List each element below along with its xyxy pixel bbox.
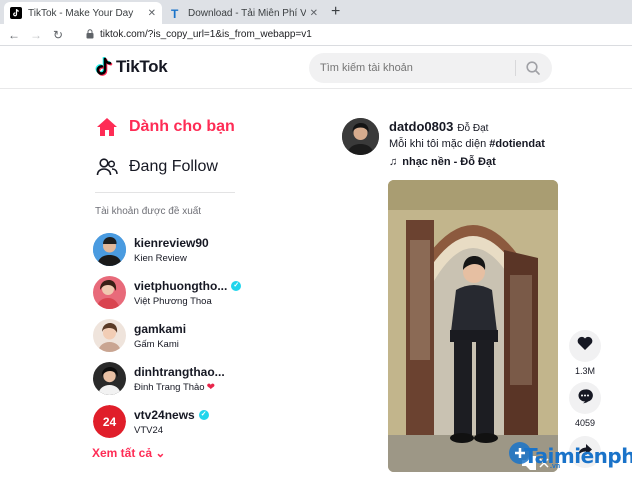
music-note-icon: ♫: [389, 156, 398, 168]
avatar: 24: [93, 405, 126, 438]
search-divider: [515, 60, 516, 76]
account-display-name: VTV24: [134, 424, 164, 436]
svg-text:T: T: [171, 7, 179, 19]
video-player[interactable]: [388, 180, 558, 472]
site-header: TikTok: [0, 47, 632, 89]
chevron-down-icon: ⌄: [155, 446, 166, 460]
tab-title: Download - Tải Miễn Phí VN - Ph: [188, 7, 306, 19]
url-field[interactable]: tiktok.com/?is_copy_url=1&is_from_webapp…: [86, 28, 312, 41]
suggested-accounts-heading: Tài khoản được đề xuất: [95, 206, 202, 217]
home-icon: [95, 115, 119, 139]
post-author[interactable]: datdo0803 Đỗ Đạt: [389, 119, 488, 134]
like-count: 1.3M: [574, 366, 595, 376]
avatar: [93, 276, 126, 309]
account-username-text: vtv24news: [134, 407, 195, 422]
taimienphi-favicon-icon: T: [170, 7, 182, 19]
suggested-account[interactable]: 24 vtv24news ✓ VTV24: [93, 400, 241, 443]
post-username: datdo0803: [389, 119, 454, 134]
search-box: [309, 53, 552, 83]
avatar: [93, 233, 126, 266]
see-all-label: Xem tất cả: [92, 446, 153, 460]
like-button[interactable]: [569, 330, 601, 362]
verified-badge-icon: ✓: [198, 409, 209, 420]
tab-close-icon[interactable]: ✕: [310, 8, 318, 19]
forward-arrow-icon[interactable]: →: [28, 28, 44, 42]
heart-icon: [577, 336, 593, 356]
account-display-name-text: Đinh Trang Thảo: [134, 381, 205, 393]
hashtag-link[interactable]: #dotiendat: [489, 138, 545, 150]
new-tab-button[interactable]: +: [331, 3, 340, 21]
sidebar-divider: [95, 192, 235, 193]
account-username: dinhtrangthao...: [134, 364, 225, 379]
suggested-account[interactable]: dinhtrangthao... Đinh Trang Thảo ❤: [93, 357, 241, 400]
account-username-text: vietphuongtho...: [134, 278, 228, 293]
account-display-name: Gấm Kami: [134, 338, 179, 350]
nav-following-label: Đang Follow: [129, 158, 218, 175]
tab-download[interactable]: T Download - Tải Miễn Phí VN - Ph ✕: [164, 2, 324, 24]
suggested-accounts-list: kienreview90 Kien Review vietphuongtho..…: [93, 228, 242, 443]
browser-tab-bar: TikTok - Make Your Day ✕ T Download - Tả…: [0, 0, 632, 24]
video-frame: [388, 180, 558, 472]
post-music[interactable]: ♫ nhạc nền - Đỗ Đạt: [389, 156, 496, 168]
post-display-name: Đỗ Đạt: [457, 123, 489, 134]
tab-close-icon[interactable]: ✕: [148, 8, 156, 19]
comment-button[interactable]: [569, 382, 601, 414]
tiktok-logo-icon: [95, 56, 113, 77]
back-arrow-icon[interactable]: ←: [6, 28, 22, 42]
address-bar: ← → ↻ tiktok.com/?is_copy_url=1&is_from_…: [0, 24, 632, 46]
post-caption: Mỗi khi tôi mặc diện #dotiendat: [389, 138, 545, 150]
sidebar-nav: Dành cho bạn Đang Follow: [95, 113, 235, 193]
avatar: [93, 319, 126, 352]
account-username: vtv24news ✓: [134, 408, 209, 422]
suggested-account[interactable]: kienreview90 Kien Review: [93, 228, 241, 271]
account-username: gamkami: [134, 321, 187, 336]
account-display-name: Kien Review: [134, 252, 187, 264]
suggested-account[interactable]: vietphuongtho... ✓ Việt Phương Thoa: [93, 271, 242, 314]
comment-count: 4059: [574, 418, 596, 428]
people-icon: [95, 155, 119, 179]
account-username: vietphuongtho... ✓: [134, 278, 242, 293]
see-all-link[interactable]: Xem tất cả ⌄: [92, 446, 165, 460]
tab-tiktok[interactable]: TikTok - Make Your Day ✕: [4, 2, 162, 24]
url-text: tiktok.com/?is_copy_url=1&is_from_webapp…: [100, 29, 312, 40]
nav-following[interactable]: Đang Follow: [95, 153, 235, 181]
account-display-name: Việt Phương Thoa: [134, 295, 212, 307]
nav-for-you[interactable]: Dành cho bạn: [95, 113, 235, 141]
nav-for-you-label: Dành cho bạn: [129, 118, 235, 135]
caption-text: Mỗi khi tôi mặc diện: [389, 138, 490, 150]
tab-title: TikTok - Make Your Day: [28, 7, 134, 19]
watermark-text: Taimienphi: [524, 444, 632, 468]
svg-text:24: 24: [103, 415, 117, 429]
suggested-account[interactable]: gamkami Gấm Kami: [93, 314, 241, 357]
logo-wordmark: TikTok: [116, 57, 168, 76]
watermark-sub: .vn: [550, 463, 561, 470]
music-title: nhạc nền - Đỗ Đạt: [402, 156, 496, 168]
avatar: [93, 362, 126, 395]
tiktok-logo[interactable]: TikTok: [95, 56, 168, 77]
search-icon[interactable]: [525, 60, 541, 76]
search-input[interactable]: [320, 62, 510, 74]
heart-emoji-icon: ❤: [206, 381, 215, 393]
reload-icon[interactable]: ↻: [50, 28, 66, 42]
comment-icon: [577, 388, 593, 409]
tiktok-favicon-icon: [10, 7, 22, 19]
account-display-name: Đinh Trang Thảo ❤: [134, 382, 225, 393]
account-username: kienreview90: [134, 235, 209, 250]
verified-badge-icon: ✓: [231, 280, 242, 291]
post-author-avatar[interactable]: [342, 118, 379, 155]
lock-icon[interactable]: [86, 28, 94, 41]
